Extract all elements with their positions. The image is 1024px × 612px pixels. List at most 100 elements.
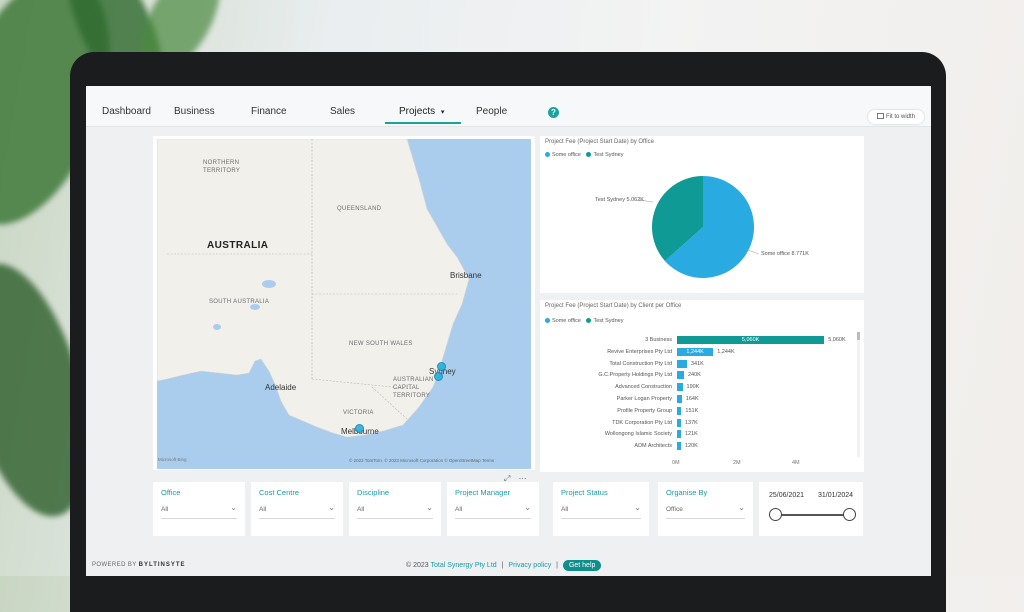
bar-value-label: 151K xyxy=(685,407,699,414)
date-range-slicer[interactable]: 25/06/2021 31/01/2024 xyxy=(759,482,863,536)
powerbi-report: Dashboard Business Finance Sales Project… xyxy=(86,86,931,576)
x-axis-tick: 2M xyxy=(733,460,741,466)
filter-underline xyxy=(561,518,641,519)
bar-category-label: ADM Architects xyxy=(634,443,672,450)
tab-finance[interactable]: Finance xyxy=(251,106,287,117)
get-help-button[interactable]: Get help xyxy=(562,560,602,571)
fit-to-width-button[interactable]: Fit to width xyxy=(868,110,924,124)
bar-category-label: G.C.Property Holdings Pty Ltd xyxy=(598,372,672,379)
chevron-down-icon[interactable]: ⌄ xyxy=(634,503,641,512)
tab-label: People xyxy=(476,106,508,117)
city-label-adelaide: Adelaide xyxy=(265,383,297,392)
tab-label: Sales xyxy=(330,106,356,117)
tab-people[interactable]: People xyxy=(476,106,507,117)
tab-label: Dashboard xyxy=(102,106,151,117)
date-slider-track[interactable] xyxy=(775,514,851,516)
help-icon[interactable]: ? xyxy=(548,107,559,118)
start-date[interactable]: 25/06/2021 xyxy=(769,492,804,499)
end-date[interactable]: 31/01/2024 xyxy=(818,492,853,499)
date-slider-start-handle[interactable] xyxy=(769,508,782,521)
bar-mark[interactable] xyxy=(677,418,681,427)
region-label-vic: VICTORIA xyxy=(343,410,374,416)
bar-category-label: Parker Logan Property xyxy=(616,396,672,402)
legend-label: Test Sydney xyxy=(593,318,624,324)
date-slider-end-handle[interactable] xyxy=(843,508,856,521)
bar-mark[interactable] xyxy=(677,406,682,415)
legend-swatch xyxy=(545,318,550,323)
filter-value[interactable]: All xyxy=(455,506,462,513)
map-data-point-melbourne[interactable] xyxy=(355,424,364,433)
bing-logo: Microsoft Bing xyxy=(158,457,187,462)
tab-label: Finance xyxy=(251,106,287,117)
bar-value-label: 121K xyxy=(685,431,698,438)
tab-dashboard[interactable]: Dashboard xyxy=(102,106,151,117)
tab-label: Business xyxy=(174,106,215,117)
bar-mark[interactable] xyxy=(677,359,687,368)
legend-item-test-sydney[interactable]: Test Sydney xyxy=(586,318,623,324)
tab-sales[interactable]: Sales xyxy=(330,106,355,117)
footer-separator: | xyxy=(501,562,504,569)
region-label-qld: QUEENSLAND xyxy=(337,206,382,212)
bar-value-label: 190K xyxy=(686,384,700,391)
tab-business[interactable]: Business xyxy=(174,106,215,117)
powered-by: POWERED BY BYLTINSYTE xyxy=(92,562,186,568)
filter-value[interactable]: All xyxy=(161,506,168,513)
filter-label: Organise By xyxy=(666,488,708,497)
chevron-down-icon[interactable]: ⌄ xyxy=(524,503,531,512)
bar-value-label: 164K xyxy=(685,396,699,402)
filter-value[interactable]: All xyxy=(259,506,266,513)
pie-chart-svg xyxy=(638,176,760,278)
filter-project-manager[interactable]: Project Manager All ⌄ xyxy=(447,482,539,536)
filter-office[interactable]: Office All ⌄ xyxy=(153,482,245,536)
filter-underline xyxy=(357,518,433,519)
filter-organise-by[interactable]: Organise By Office ⌄ xyxy=(658,482,753,536)
filter-value[interactable]: All xyxy=(561,506,568,513)
filter-underline xyxy=(455,518,531,519)
filter-underline xyxy=(161,518,237,519)
chevron-down-icon: ▾ xyxy=(440,109,445,116)
chart-title: Project Fee (Project Start Date) by Clie… xyxy=(545,303,682,309)
bar-mark[interactable] xyxy=(677,395,682,403)
filter-cost-centre[interactable]: Cost Centre All ⌄ xyxy=(251,482,343,536)
bar-mark[interactable] xyxy=(677,442,681,451)
privacy-policy-link[interactable]: Privacy policy xyxy=(508,562,551,569)
bar-chart-card[interactable]: Project Fee (Project Start Date) by Clie… xyxy=(540,300,864,472)
tab-projects[interactable]: Projects ▾ xyxy=(399,106,444,117)
bar-mark[interactable] xyxy=(677,430,681,439)
x-axis-tick: 4M xyxy=(792,460,800,466)
filter-discipline[interactable]: Discipline All ⌄ xyxy=(349,482,441,536)
bar-category-label: Advanced Construction xyxy=(615,384,672,391)
filter-value[interactable]: All xyxy=(357,506,364,513)
scrollbar-thumb[interactable] xyxy=(857,332,860,340)
bar-category-label: Wollongong Islamic Society xyxy=(604,431,672,438)
chevron-down-icon[interactable]: ⌄ xyxy=(738,503,745,512)
filter-value[interactable]: Office xyxy=(666,506,683,513)
legend-item-some-office[interactable]: Some office xyxy=(545,318,581,324)
fit-icon xyxy=(876,113,884,119)
filter-project-status[interactable]: Project Status All ⌄ xyxy=(553,482,649,536)
map-data-point-sydney[interactable] xyxy=(437,362,446,371)
company-link[interactable]: Total Synergy Pty Ltd xyxy=(431,562,497,569)
chart-scrollbar[interactable] xyxy=(857,332,860,457)
bar-mark[interactable] xyxy=(677,383,683,392)
chevron-down-icon[interactable]: ⌄ xyxy=(426,503,433,512)
pie-chart-card[interactable]: Project Fee (Project Start Date) by Offi… xyxy=(540,136,864,293)
bar-mark[interactable] xyxy=(677,371,684,380)
bar-value-label: 1,244K xyxy=(717,348,735,355)
pie-label-some-office: Some office 8.771K xyxy=(761,251,809,257)
chevron-down-icon[interactable]: ⌄ xyxy=(230,503,237,512)
report-nav: Dashboard Business Finance Sales Project… xyxy=(86,86,931,127)
pie-label-test-sydney: Test Sydney 5.062K xyxy=(595,197,644,203)
tasmania-water xyxy=(157,439,531,469)
legend-label: Some office xyxy=(552,318,581,324)
map-data-point-sydney-2[interactable] xyxy=(434,372,443,381)
fit-to-width-label: Fit to width xyxy=(885,114,915,120)
chart-legend: Some office Test Sydney xyxy=(545,318,623,324)
chevron-down-icon[interactable]: ⌄ xyxy=(328,503,335,512)
map-visual[interactable]: NORTHERN TERRITORY QUEENSLAND SOUTH AUST… xyxy=(153,136,535,470)
copyright: © 2023 xyxy=(406,562,429,569)
bar-value-label: 341K xyxy=(690,360,704,367)
bar-value-label: 137K xyxy=(685,419,698,426)
bar-category-label: TDK Corporation Pty Ltd xyxy=(612,419,672,426)
filter-underline xyxy=(259,518,335,519)
